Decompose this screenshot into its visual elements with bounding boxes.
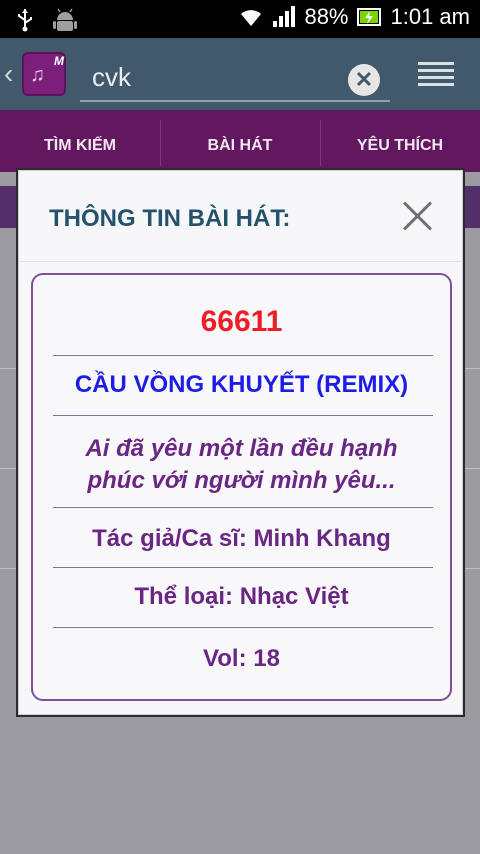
battery-percent: 88%: [304, 4, 349, 29]
menu-icon[interactable]: [418, 58, 454, 92]
app-logo-icon[interactable]: ♫ M: [22, 52, 66, 96]
song-name: CẦU VỒNG KHUYẾT (REMIX): [74, 371, 409, 398]
back-chevron-icon[interactable]: ‹: [4, 58, 13, 90]
battery-charging-icon: [356, 8, 381, 26]
tab-songs[interactable]: BÀI HÁT: [160, 110, 320, 172]
dialog-title: THÔNG TIN BÀI HÁT:: [49, 205, 291, 232]
song-lyric-snippet: Ai đã yêu một lần đều hạnh phúc với ngườ…: [33, 433, 450, 497]
tab-favorites[interactable]: YÊU THÍCH: [320, 110, 480, 172]
music-note-icon: ♫: [30, 64, 45, 86]
android-icon: [53, 8, 77, 31]
row-divider: [53, 415, 433, 416]
close-icon[interactable]: [401, 199, 433, 231]
song-info-panel: 66611 CẦU VỒNG KHUYẾT (REMIX) Ai đã yêu …: [31, 273, 452, 701]
clear-search-icon[interactable]: ✕: [348, 64, 380, 96]
row-divider: [53, 567, 433, 568]
song-code: 66611: [200, 305, 283, 338]
clock: 1:01 am: [390, 4, 471, 29]
row-divider: [53, 627, 433, 628]
lyric-line-2: phúc với người mình yêu...: [87, 467, 396, 494]
search-input[interactable]: [90, 56, 334, 98]
tab-search[interactable]: TÌM KIẾM: [0, 110, 160, 172]
lyric-line-1: Ai đã yêu một lần đều hạnh: [85, 435, 398, 462]
song-volume: Vol: 18: [203, 645, 280, 672]
song-genre: Thể loại: Nhạc Việt: [134, 583, 349, 610]
usb-icon: [18, 9, 32, 32]
row-divider: [53, 507, 433, 508]
wifi-icon: [241, 10, 262, 26]
song-info-dialog: THÔNG TIN BÀI HÁT: 66611 CẦU VỒNG KHUYẾT…: [18, 170, 463, 715]
row-divider: [53, 355, 433, 356]
search-bar: [80, 54, 390, 102]
signal-icon: [273, 6, 296, 27]
status-bar: 88% 1:01 am: [0, 0, 480, 38]
logo-m-mark: M: [54, 54, 64, 68]
dialog-divider: [19, 261, 462, 262]
song-author: Tác giả/Ca sĩ: Minh Khang: [92, 525, 391, 552]
